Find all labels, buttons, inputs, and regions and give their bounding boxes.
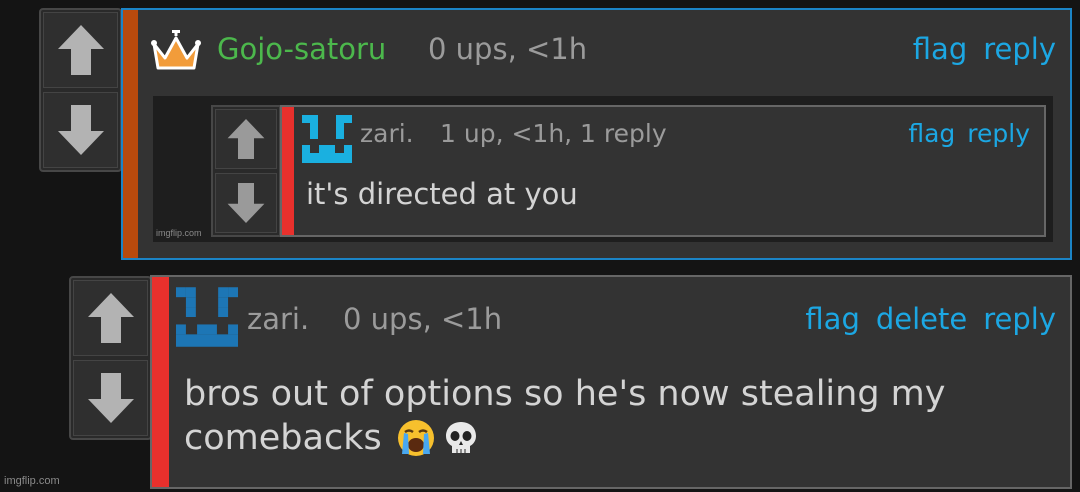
- imgflip-watermark: imgflip.com: [4, 475, 60, 487]
- arrow-up-icon: [227, 119, 265, 159]
- comment1-color-bar: [123, 10, 138, 258]
- arrow-down-icon: [57, 105, 104, 155]
- comment2: zari. 0 ups, <1h flag delete reply bros …: [150, 275, 1072, 489]
- skull-icon: [445, 422, 476, 453]
- embedded-color-bar: [282, 107, 294, 235]
- embedded-flag-link: flag: [908, 119, 956, 148]
- comment-image: zari. 1 up, <1h, 1 reply flag reply it's…: [153, 96, 1053, 242]
- comment-meta: 0 ups, <1h: [343, 302, 503, 336]
- comment1: Gojo-satoru 0 ups, <1h flag reply zari. …: [121, 8, 1072, 260]
- loudly-crying-face-icon: [397, 420, 434, 456]
- downvote-button[interactable]: [43, 92, 118, 168]
- comment-text-line2: comebacks: [184, 416, 1054, 460]
- comment-text: bros out of options so he's now stealing…: [184, 372, 1054, 460]
- downvote-button[interactable]: [73, 360, 148, 436]
- comment-actions: flag delete reply: [805, 302, 1056, 336]
- comment2-color-bar: [152, 277, 169, 487]
- embedded-vote-box: [211, 105, 281, 237]
- flag-link[interactable]: flag: [913, 32, 967, 66]
- embedded-upvote-button: [215, 109, 277, 169]
- comment-text-line1: bros out of options so he's now stealing…: [184, 374, 946, 414]
- username[interactable]: Gojo-satoru: [217, 32, 386, 66]
- embedded-downvote-button: [215, 173, 277, 233]
- comment1-vote-box: [39, 8, 122, 172]
- reply-link[interactable]: reply: [983, 32, 1056, 66]
- delete-link[interactable]: delete: [876, 302, 967, 336]
- comment-actions: flag reply: [913, 32, 1056, 66]
- comment-text-line2-text: comebacks: [184, 418, 382, 458]
- embedded-comment: zari. 1 up, <1h, 1 reply flag reply it's…: [280, 105, 1046, 237]
- comment-meta: 0 ups, <1h: [428, 32, 588, 66]
- pixel-face-avatar: [302, 115, 352, 163]
- crown-icon: [151, 30, 201, 70]
- arrow-down-icon: [87, 373, 134, 423]
- username[interactable]: zari.: [247, 302, 309, 336]
- embedded-comment-text: it's directed at you: [306, 177, 578, 211]
- reply-link[interactable]: reply: [983, 302, 1056, 336]
- arrow-up-icon: [87, 293, 134, 343]
- upvote-button[interactable]: [43, 12, 118, 88]
- comment2-vote-box: [69, 276, 152, 440]
- embedded-meta: 1 up, <1h, 1 reply: [440, 119, 667, 148]
- arrow-down-icon: [227, 183, 265, 223]
- pixel-face-avatar: [176, 287, 238, 347]
- arrow-up-icon: [57, 25, 104, 75]
- upvote-button[interactable]: [73, 280, 148, 356]
- embedded-watermark: imgflip.com: [156, 228, 202, 238]
- embedded-actions: flag reply: [908, 119, 1030, 148]
- embedded-reply-link: reply: [967, 119, 1030, 148]
- embedded-username: zari.: [360, 119, 414, 148]
- flag-link[interactable]: flag: [805, 302, 859, 336]
